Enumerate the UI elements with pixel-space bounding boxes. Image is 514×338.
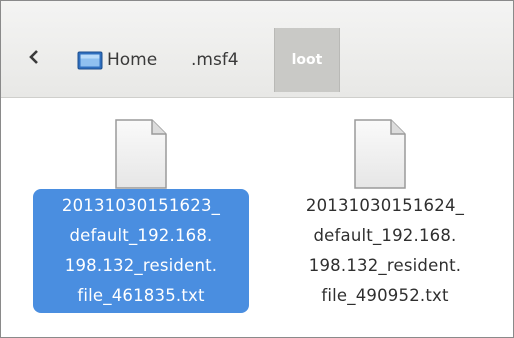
text-file-icon [115, 119, 167, 189]
path-bar: Home .msf4 loot [1, 1, 513, 98]
file-manager-window: Home .msf4 loot 20131030151623_ default_… [0, 0, 514, 338]
home-folder-icon [77, 51, 103, 70]
chevron-left-icon [29, 50, 38, 64]
breadcrumb-msf4-label: .msf4 [191, 50, 239, 70]
text-file-icon [354, 119, 406, 189]
breadcrumb-loot[interactable]: loot [274, 28, 340, 92]
breadcrumb-home-label: Home [107, 50, 158, 70]
file-name: 20131030151623_ default_192.168. 198.132… [33, 189, 249, 313]
back-button[interactable] [23, 45, 45, 69]
file-item[interactable]: 20131030151624_ default_192.168. 198.132… [259, 106, 511, 336]
file-view: 20131030151623_ default_192.168. 198.132… [1, 98, 513, 337]
breadcrumb-msf4[interactable]: .msf4 [191, 28, 239, 92]
breadcrumb-home[interactable]: Home [77, 28, 157, 92]
breadcrumb-loot-label: loot [291, 52, 323, 68]
file-item-selected[interactable]: 20131030151623_ default_192.168. 198.132… [1, 106, 253, 336]
file-name: 20131030151624_ default_192.168. 198.132… [305, 196, 465, 305]
